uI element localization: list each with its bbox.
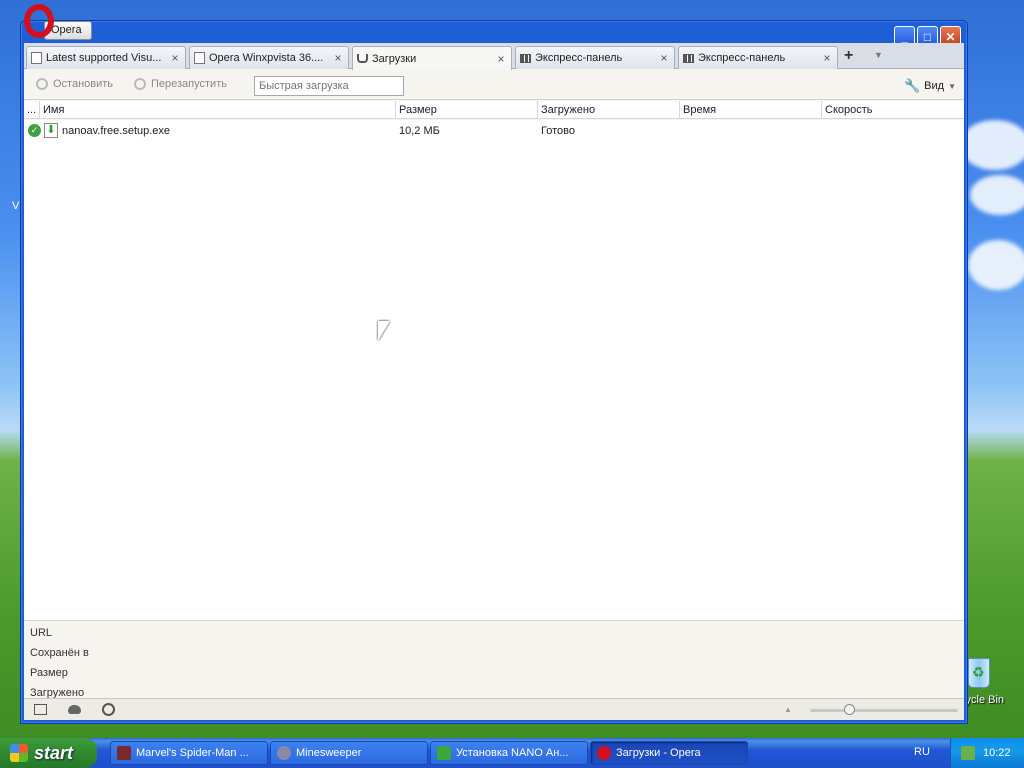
tab-close-icon[interactable]: ×: [332, 51, 344, 65]
download-file-icon: ⬇: [44, 123, 58, 138]
restart-icon: [134, 78, 146, 90]
column-header-downloaded[interactable]: Загружено: [538, 101, 680, 119]
downloads-toolbar: Остановить Перезапустить 🔧 Вид ▼: [24, 70, 964, 100]
opera-icon: [597, 746, 611, 760]
desktop-icon-fragment: V: [12, 200, 20, 212]
tab-close-icon[interactable]: ×: [658, 51, 670, 65]
desktop-cloud: [970, 175, 1024, 215]
installer-icon: [437, 746, 451, 760]
column-header-time[interactable]: Время: [680, 101, 822, 119]
tab-close-icon[interactable]: ×: [495, 52, 507, 66]
status-bar: ▲: [24, 698, 964, 720]
checkmark-icon: ✓: [28, 124, 41, 137]
taskbar-item-label: Загрузки - Opera: [616, 747, 701, 759]
tab-latest-supported[interactable]: Latest supported Visu... ×: [26, 46, 186, 69]
download-size: 10,2 МБ: [399, 125, 440, 137]
taskbar-item-label: Marvel's Spider-Man ...: [136, 747, 249, 759]
column-header-name[interactable]: Имя: [40, 101, 396, 119]
tab-label: Экспресс-панель: [698, 52, 786, 64]
opera-window: _ □ ✕ Latest supported Visu... × Opera W…: [20, 20, 968, 724]
tab-bar: Latest supported Visu... × Opera Winxpvi…: [24, 43, 964, 70]
clock[interactable]: 10:22: [983, 747, 1011, 759]
tab-menu-button[interactable]: ▼: [874, 50, 883, 60]
desktop-cloud: [968, 240, 1024, 290]
tab-label: Экспресс-панель: [535, 52, 623, 64]
restart-label: Перезапустить: [151, 78, 227, 90]
tab-speed-dial-1[interactable]: Экспресс-панель ×: [515, 46, 675, 69]
downloads-icon: [357, 54, 368, 63]
new-tab-button[interactable]: +: [844, 47, 853, 65]
mouse-cursor-icon: [378, 321, 390, 341]
download-status: Готово: [541, 125, 575, 137]
recycle-bin-icon: [968, 658, 990, 688]
taskbar-item-minesweeper[interactable]: Minesweeper: [270, 741, 428, 765]
taskbar-item-label: Установка NANO Ан...: [456, 747, 569, 759]
details-url-label: URL: [30, 627, 53, 639]
details-saved-to-label: Сохранён в: [30, 647, 89, 659]
taskbar-item-label: Minesweeper: [296, 747, 362, 759]
desktop-cloud: [960, 120, 1024, 170]
column-header-dots[interactable]: ...: [24, 101, 40, 119]
tab-opera-winxpvista[interactable]: Opera Winxpvista 36.... ×: [189, 46, 349, 69]
system-tray: 10:22: [950, 738, 1024, 768]
zoom-slider-thumb[interactable]: [844, 704, 855, 715]
taskbar-item-nano-setup[interactable]: Установка NANO Ан...: [430, 741, 588, 765]
tab-label: Opera Winxpvista 36....: [209, 52, 324, 64]
start-button[interactable]: start: [0, 738, 97, 768]
panel-toggle-icon[interactable]: [34, 704, 47, 715]
taskbar-item-spiderman[interactable]: Marvel's Spider-Man ...: [110, 741, 268, 765]
tab-speed-dial-2[interactable]: Экспресс-панель ×: [678, 46, 838, 69]
minesweeper-icon: [277, 746, 291, 760]
wrench-icon: 🔧: [903, 78, 921, 93]
download-details-pane: URL Сохранён в Размер Загружено: [24, 620, 964, 700]
column-header-speed[interactable]: Скорость: [822, 101, 964, 119]
tab-label: Latest supported Visu...: [46, 52, 162, 64]
download-name: nanoav.free.setup.exe: [62, 125, 171, 137]
spiderman-app-icon: [117, 746, 131, 760]
windows-logo-icon: [10, 744, 28, 762]
language-indicator[interactable]: RU: [914, 746, 930, 758]
opera-unite-icon[interactable]: [68, 705, 81, 714]
restart-button[interactable]: Перезапустить: [134, 78, 227, 90]
download-list-header: ... Имя Размер Загружено Время Скорость: [24, 101, 964, 119]
view-label: Вид: [924, 80, 945, 92]
tab-close-icon[interactable]: ×: [821, 51, 833, 65]
turbo-icon[interactable]: [102, 703, 115, 716]
opera-logo-icon[interactable]: [24, 4, 54, 38]
details-size-label: Размер: [30, 667, 68, 679]
stop-button[interactable]: Остановить: [36, 78, 113, 90]
download-row[interactable]: ✓ ⬇ nanoav.free.setup.exe 10,2 МБ Готово: [24, 122, 964, 140]
tab-label: Загрузки: [372, 52, 417, 65]
page-icon: [31, 52, 42, 64]
window-client: Latest supported Visu... × Opera Winxpvi…: [24, 43, 964, 720]
speed-dial-icon: [683, 53, 694, 63]
taskbar: start Marvel's Spider-Man ... Minesweepe…: [0, 738, 1024, 768]
quick-download-input[interactable]: [254, 76, 404, 96]
start-label: start: [34, 742, 74, 763]
recycle-bin-shortcut[interactable]: cycle Bin: [960, 656, 1024, 716]
taskbar-item-opera[interactable]: Загрузки - Opera: [590, 741, 748, 765]
page-icon: [194, 52, 205, 64]
chevron-down-icon: ▼: [948, 81, 956, 91]
network-icon[interactable]: [961, 746, 975, 760]
download-list: ✓ ⬇ nanoav.free.setup.exe 10,2 МБ Готово: [24, 120, 964, 620]
tab-close-icon[interactable]: ×: [169, 51, 181, 65]
column-header-size[interactable]: Размер: [396, 101, 538, 119]
tab-downloads[interactable]: Загрузки ×: [352, 46, 512, 70]
stop-label: Остановить: [53, 78, 114, 90]
speed-dial-icon: [520, 53, 531, 63]
zoom-up-icon[interactable]: ▲: [784, 705, 792, 714]
zoom-slider-track[interactable]: [810, 709, 958, 712]
view-button[interactable]: 🔧 Вид ▼: [904, 78, 956, 94]
stop-icon: [36, 78, 48, 90]
